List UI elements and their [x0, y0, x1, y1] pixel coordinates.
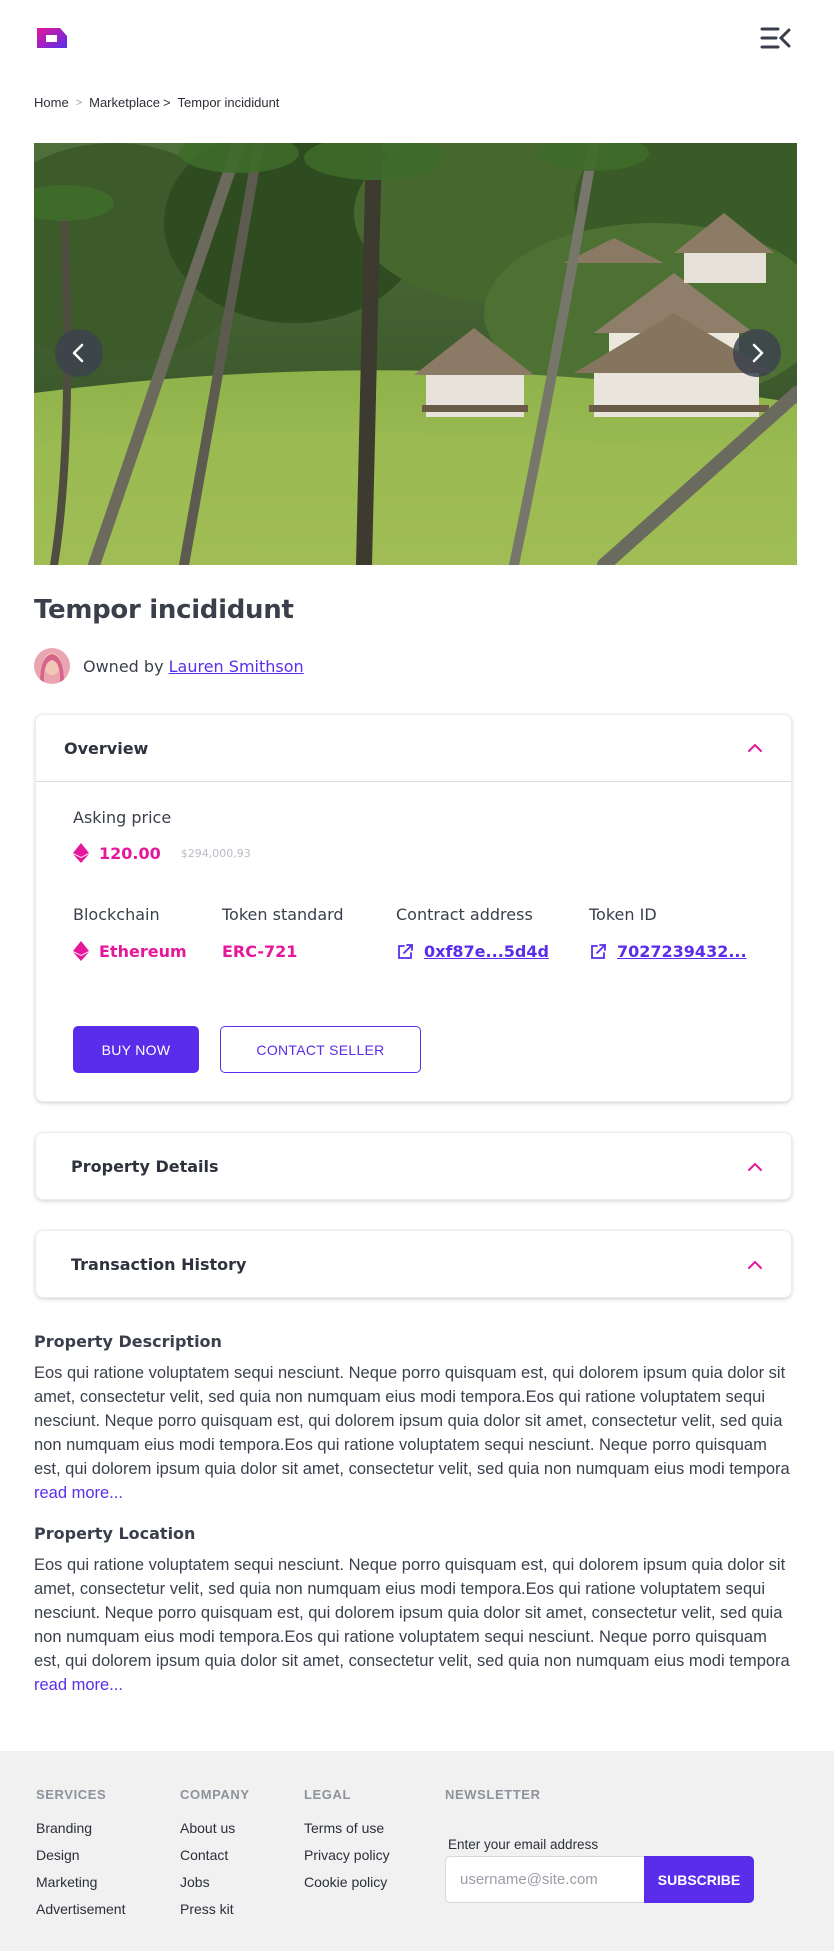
ethereum-icon [73, 843, 89, 863]
blockchain-label: Blockchain [73, 905, 160, 924]
property-description-heading: Property Description [34, 1332, 222, 1351]
property-details-heading: Property Details [71, 1157, 219, 1176]
footer-link[interactable]: Jobs [180, 1874, 250, 1890]
footer-company-heading: COMPANY [180, 1787, 250, 1802]
carousel-next-button[interactable] [733, 329, 781, 377]
location-body: Eos qui ratione voluptatem sequi nesciun… [34, 1556, 790, 1670]
footer-link[interactable]: Design [36, 1847, 125, 1863]
property-location-text: Eos qui ratione voluptatem sequi nesciun… [34, 1553, 796, 1697]
token-id-value: 7027239432... [589, 942, 747, 961]
footer-link[interactable]: Press kit [180, 1901, 250, 1917]
token-id-label: Token ID [589, 905, 657, 924]
asking-price-value: 120.00 $294,000,93 [73, 843, 251, 863]
contact-seller-button[interactable]: CONTACT SELLER [220, 1026, 421, 1073]
footer-link[interactable]: Advertisement [36, 1901, 125, 1917]
property-image [34, 143, 797, 565]
transaction-history-header[interactable]: Transaction History [36, 1231, 791, 1298]
footer-link[interactable]: Marketing [36, 1874, 125, 1890]
description-read-more-link[interactable]: read more... [34, 1484, 123, 1502]
brand-logo-icon[interactable] [34, 26, 70, 50]
external-link-icon [398, 943, 413, 959]
blockchain-value: Ethereum [73, 941, 187, 961]
chevron-right-icon [752, 343, 764, 363]
breadcrumb-home[interactable]: Home [34, 95, 69, 110]
chevron-up-icon [748, 743, 762, 752]
page-title: Tempor incididunt [34, 595, 294, 625]
contract-address-link[interactable]: 0xf87e...5d4d [424, 942, 549, 961]
breadcrumb-separator: > [162, 95, 171, 110]
footer-link[interactable]: Cookie policy [304, 1874, 390, 1890]
contract-address-label: Contract address [396, 905, 533, 924]
contract-address-value: 0xf87e...5d4d [396, 942, 549, 961]
external-link-icon [591, 943, 606, 959]
transaction-history-card: Transaction History [35, 1230, 792, 1298]
chevron-up-icon [748, 1162, 762, 1171]
transaction-history-heading: Transaction History [71, 1255, 247, 1274]
menu-collapse-icon[interactable] [758, 24, 792, 52]
property-image-carousel[interactable] [34, 143, 797, 565]
description-body: Eos qui ratione voluptatem sequi nesciun… [34, 1364, 790, 1478]
avatar[interactable] [34, 648, 70, 684]
footer-services-heading: SERVICES [36, 1787, 107, 1802]
footer-legal-heading: LEGAL [304, 1787, 352, 1802]
newsletter-label: Enter your email address [448, 1837, 599, 1852]
token-standard-value: ERC-721 [222, 942, 298, 961]
location-read-more-link[interactable]: read more... [34, 1676, 123, 1694]
overview-card: Overview Asking price 120.00 $294,000,93… [35, 714, 792, 1102]
footer-link[interactable]: Privacy policy [304, 1847, 390, 1863]
footer-link[interactable]: Branding [36, 1820, 125, 1836]
footer-legal: LEGAL Terms of use Privacy policy Cookie… [304, 1787, 390, 1901]
carousel-prev-button[interactable] [55, 329, 103, 377]
blockchain-name: Ethereum [99, 941, 187, 961]
breadcrumb-separator: > [75, 96, 83, 109]
owner-link[interactable]: Lauren Smithson [169, 657, 304, 676]
chevron-left-icon [72, 343, 84, 363]
footer-newsletter-heading: NEWSLETTER [445, 1787, 541, 1802]
ethereum-icon [73, 941, 89, 961]
owned-by-label: Owned by [83, 656, 164, 676]
footer-link[interactable]: Terms of use [304, 1820, 390, 1836]
buy-now-button[interactable]: BUY NOW [73, 1026, 199, 1073]
breadcrumb-marketplace[interactable]: Marketplace [89, 95, 160, 110]
footer: SERVICES Branding Design Marketing Adver… [0, 1751, 834, 1951]
subscribe-button[interactable]: SUBSCRIBE [644, 1856, 754, 1903]
property-description-text: Eos qui ratione voluptatem sequi nesciun… [34, 1361, 796, 1505]
price-usd: $294,000,93 [180, 846, 251, 860]
footer-link[interactable]: About us [180, 1820, 250, 1836]
price-eth: 120.00 [99, 843, 161, 863]
overview-heading: Overview [64, 738, 149, 758]
chevron-up-icon [748, 1260, 762, 1269]
property-location-heading: Property Location [34, 1524, 196, 1543]
footer-company: COMPANY About us Contact Jobs Press kit [180, 1787, 250, 1928]
token-standard-label: Token standard [222, 905, 344, 924]
overview-header[interactable]: Overview [36, 715, 791, 782]
breadcrumb-current: Tempor incididunt [177, 95, 280, 110]
owner-info: Owned by Lauren Smithson [34, 648, 304, 684]
asking-price-label: Asking price [73, 808, 172, 827]
footer-link[interactable]: Contact [180, 1847, 250, 1863]
footer-newsletter: NEWSLETTER [445, 1787, 541, 1820]
property-details-card: Property Details [35, 1132, 792, 1200]
breadcrumb: Home > Marketplace > Tempor incididunt [34, 95, 279, 110]
token-id-link[interactable]: 7027239432... [617, 942, 747, 961]
property-details-header[interactable]: Property Details [36, 1133, 791, 1200]
newsletter-email-input[interactable] [445, 1856, 645, 1903]
footer-services: SERVICES Branding Design Marketing Adver… [36, 1787, 125, 1928]
